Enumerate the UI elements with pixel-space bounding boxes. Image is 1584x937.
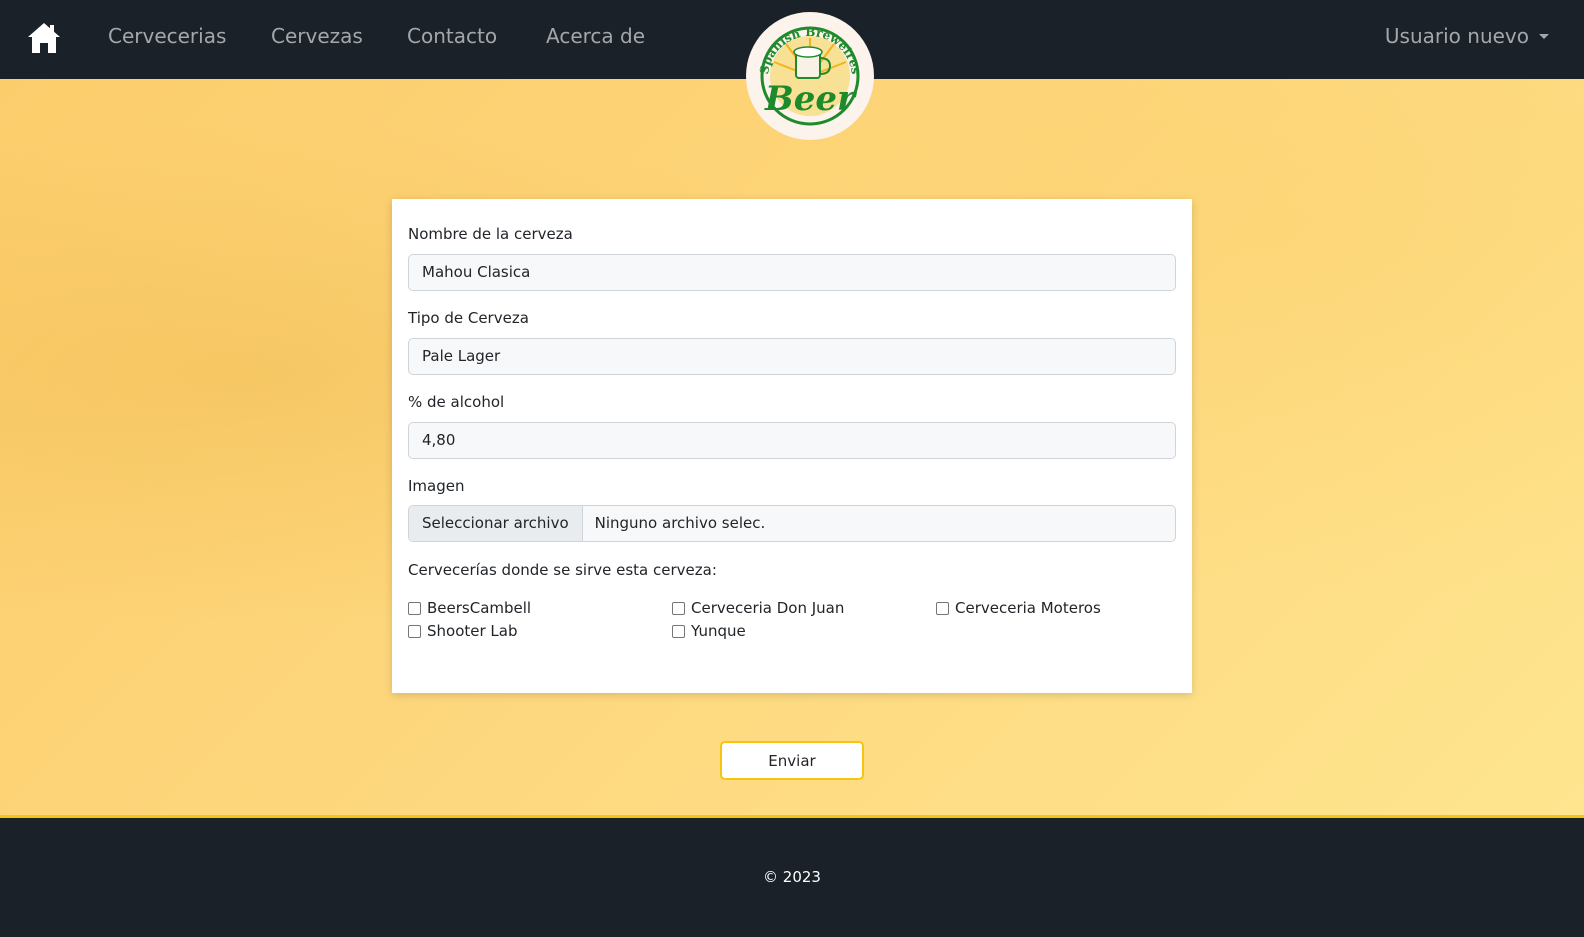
checkbox[interactable] [408, 624, 421, 638]
beer-name-label: Nombre de la cerveza [408, 225, 573, 243]
checkbox[interactable] [672, 624, 685, 638]
checkbox[interactable] [672, 601, 685, 615]
brewery-checkbox-shooter-lab[interactable]: Shooter Lab [408, 622, 518, 640]
checkbox[interactable] [408, 601, 421, 615]
beer-type-input[interactable]: Pale Lager [408, 338, 1176, 375]
brewery-name: Cerveceria Moteros [955, 599, 1101, 617]
nav-link-cervecerias[interactable]: Cervecerias [108, 24, 226, 48]
user-menu-dropdown[interactable]: Usuario nuevo [1385, 24, 1549, 48]
checkbox[interactable] [936, 601, 949, 615]
alcohol-label: % de alcohol [408, 393, 505, 411]
brewery-checkbox-moteros[interactable]: Cerveceria Moteros [936, 599, 1101, 617]
image-label: Imagen [408, 477, 465, 495]
brewery-name: Yunque [691, 622, 746, 640]
home-icon[interactable] [26, 20, 62, 56]
select-file-button[interactable]: Seleccionar archivo [409, 506, 583, 541]
nav-link-acerca-de[interactable]: Acerca de [546, 24, 645, 48]
breweries-label: Cervecerías donde se sirve esta cerveza: [408, 561, 717, 579]
alcohol-input[interactable]: 4,80 [408, 422, 1176, 459]
beer-form-card: Nombre de la cerveza Mahou Clasica Tipo … [392, 199, 1192, 693]
brewery-name: BeersCambell [427, 599, 532, 617]
logo-main-text: Beer [764, 79, 857, 119]
submit-button[interactable]: Enviar [720, 741, 864, 780]
user-menu-label: Usuario nuevo [1384, 24, 1529, 48]
hero-divider [0, 815, 1584, 818]
brewery-name: Cerveceria Don Juan [691, 599, 845, 617]
brand-logo[interactable]: Spanish Breweires Beer [746, 12, 874, 140]
beer-type-label: Tipo de Cerveza [408, 309, 529, 327]
beer-name-input[interactable]: Mahou Clasica [408, 254, 1176, 291]
brewery-checkbox-yunque[interactable]: Yunque [672, 622, 746, 640]
nav-link-cervezas[interactable]: Cervezas [271, 24, 363, 48]
brewery-checkbox-don-juan[interactable]: Cerveceria Don Juan [672, 599, 844, 617]
nav-link-contacto[interactable]: Contacto [407, 24, 497, 48]
image-file-input[interactable]: Seleccionar archivo Ninguno archivo sele… [408, 505, 1176, 542]
caret-down-icon [1539, 33, 1549, 39]
brewery-name: Shooter Lab [427, 622, 518, 640]
file-status-text: Ninguno archivo selec. [594, 514, 766, 532]
footer-copyright: © 2023 [763, 868, 821, 886]
brewery-checkbox-beerscambell[interactable]: BeersCambell [408, 599, 531, 617]
